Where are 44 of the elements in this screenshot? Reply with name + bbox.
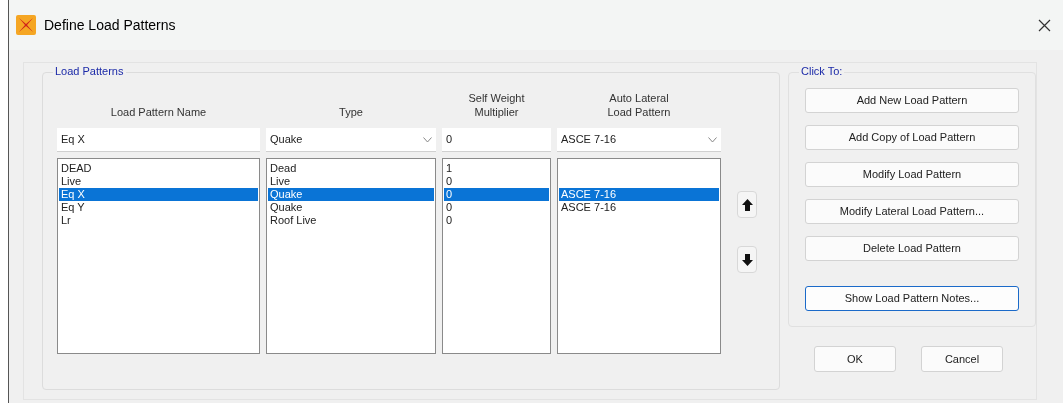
move-down-button[interactable] [737,246,757,273]
list-item[interactable]: Quake [268,201,434,214]
input-field[interactable]: Eq X [57,128,260,152]
list-item[interactable]: Eq X [59,188,258,201]
app-logo-icon [16,15,36,35]
list-item[interactable]: Dead [268,162,434,175]
chevron-down-icon [708,136,717,143]
list-item[interactable]: Quake [268,188,434,201]
column-header: Auto Lateral Load Pattern [606,91,672,119]
list-item[interactable]: ASCE 7-16 [559,188,719,201]
list-item[interactable]: Eq Y [59,201,258,214]
list-item[interactable]: Lr [59,214,258,227]
action-button[interactable]: Add New Load Pattern [805,88,1019,113]
list-item[interactable]: 0 [444,175,549,188]
close-icon[interactable] [1038,18,1051,32]
column-header: Type [338,105,364,119]
list-item[interactable]: 1 [444,162,549,175]
list-item[interactable]: Live [59,175,258,188]
list-item[interactable]: 0 [444,188,549,201]
arrow-up-icon [741,198,753,211]
group-title: Load Patterns [53,66,126,77]
action-button[interactable]: Modify Load Pattern [805,162,1019,187]
action-button[interactable]: Delete Load Pattern [805,236,1019,261]
group-title: Click To: [799,66,845,77]
input-field[interactable]: 0 [442,128,551,152]
dropdown-field[interactable]: Quake [266,128,436,152]
arrow-down-icon [741,253,753,266]
list-item[interactable]: ASCE 7-16 [559,201,719,214]
column-header: Load Pattern Name [109,105,208,119]
window-title: Define Load Patterns [44,15,176,35]
chevron-down-icon [423,136,432,143]
dialog-button[interactable]: OK [814,346,896,372]
dropdown-field[interactable]: ASCE 7-16 [557,128,721,152]
list-item[interactable]: Roof Live [268,214,434,227]
action-button[interactable]: Show Load Pattern Notes... [805,286,1019,311]
dialog-button[interactable]: Cancel [921,346,1003,372]
move-up-button[interactable] [737,191,757,218]
action-button[interactable]: Add Copy of Load Pattern [805,125,1019,150]
list-item[interactable]: 0 [444,201,549,214]
action-button[interactable]: Modify Lateral Load Pattern... [805,199,1019,224]
list-item[interactable]: Live [268,175,434,188]
list-item[interactable]: DEAD [59,162,258,175]
column-header: Self Weight Multiplier [467,91,526,119]
list-item[interactable]: 0 [444,214,549,227]
